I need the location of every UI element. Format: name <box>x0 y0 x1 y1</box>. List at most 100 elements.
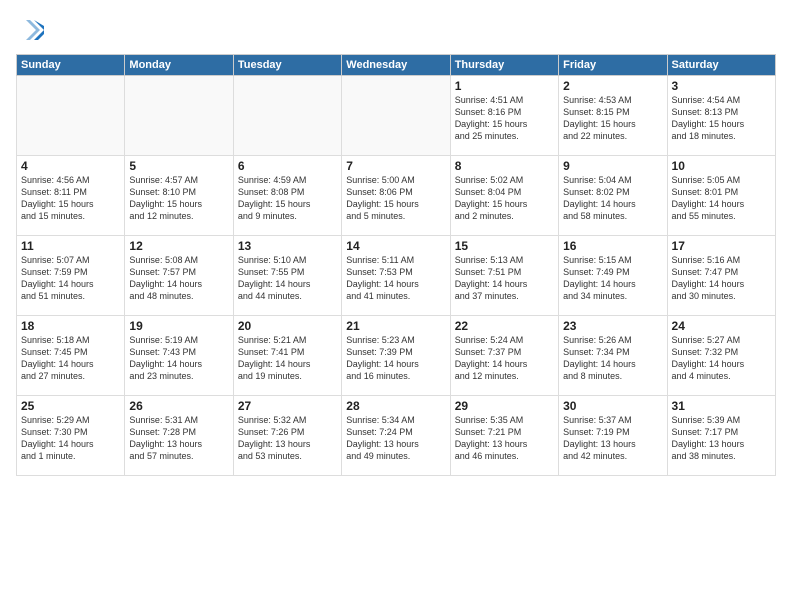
calendar-day-cell: 8Sunrise: 5:02 AM Sunset: 8:04 PM Daylig… <box>450 156 558 236</box>
calendar-day-cell: 23Sunrise: 5:26 AM Sunset: 7:34 PM Dayli… <box>559 316 667 396</box>
day-number: 15 <box>455 239 554 253</box>
day-number: 21 <box>346 319 445 333</box>
calendar-day-cell: 20Sunrise: 5:21 AM Sunset: 7:41 PM Dayli… <box>233 316 341 396</box>
calendar-day-cell: 9Sunrise: 5:04 AM Sunset: 8:02 PM Daylig… <box>559 156 667 236</box>
day-info: Sunrise: 5:32 AM Sunset: 7:26 PM Dayligh… <box>238 414 337 463</box>
day-info: Sunrise: 5:27 AM Sunset: 7:32 PM Dayligh… <box>672 334 771 383</box>
day-number: 7 <box>346 159 445 173</box>
calendar-day-cell: 27Sunrise: 5:32 AM Sunset: 7:26 PM Dayli… <box>233 396 341 476</box>
calendar-day-cell: 3Sunrise: 4:54 AM Sunset: 8:13 PM Daylig… <box>667 76 775 156</box>
day-number: 16 <box>563 239 662 253</box>
calendar-day-cell <box>125 76 233 156</box>
calendar-day-cell <box>233 76 341 156</box>
day-number: 14 <box>346 239 445 253</box>
day-info: Sunrise: 5:34 AM Sunset: 7:24 PM Dayligh… <box>346 414 445 463</box>
day-number: 27 <box>238 399 337 413</box>
day-info: Sunrise: 5:29 AM Sunset: 7:30 PM Dayligh… <box>21 414 120 463</box>
day-number: 28 <box>346 399 445 413</box>
day-info: Sunrise: 5:37 AM Sunset: 7:19 PM Dayligh… <box>563 414 662 463</box>
day-info: Sunrise: 5:16 AM Sunset: 7:47 PM Dayligh… <box>672 254 771 303</box>
day-info: Sunrise: 5:05 AM Sunset: 8:01 PM Dayligh… <box>672 174 771 223</box>
calendar-day-cell: 13Sunrise: 5:10 AM Sunset: 7:55 PM Dayli… <box>233 236 341 316</box>
day-number: 13 <box>238 239 337 253</box>
day-info: Sunrise: 4:51 AM Sunset: 8:16 PM Dayligh… <box>455 94 554 143</box>
day-info: Sunrise: 5:10 AM Sunset: 7:55 PM Dayligh… <box>238 254 337 303</box>
day-info: Sunrise: 5:04 AM Sunset: 8:02 PM Dayligh… <box>563 174 662 223</box>
day-number: 19 <box>129 319 228 333</box>
calendar-table: SundayMondayTuesdayWednesdayThursdayFrid… <box>16 54 776 476</box>
day-number: 8 <box>455 159 554 173</box>
day-number: 9 <box>563 159 662 173</box>
calendar-day-cell: 31Sunrise: 5:39 AM Sunset: 7:17 PM Dayli… <box>667 396 775 476</box>
day-number: 5 <box>129 159 228 173</box>
calendar-week-row: 4Sunrise: 4:56 AM Sunset: 8:11 PM Daylig… <box>17 156 776 236</box>
day-number: 4 <box>21 159 120 173</box>
calendar-day-cell: 5Sunrise: 4:57 AM Sunset: 8:10 PM Daylig… <box>125 156 233 236</box>
day-info: Sunrise: 5:35 AM Sunset: 7:21 PM Dayligh… <box>455 414 554 463</box>
weekday-header: Friday <box>559 55 667 76</box>
calendar-day-cell: 21Sunrise: 5:23 AM Sunset: 7:39 PM Dayli… <box>342 316 450 396</box>
calendar-day-cell: 26Sunrise: 5:31 AM Sunset: 7:28 PM Dayli… <box>125 396 233 476</box>
calendar-day-cell: 7Sunrise: 5:00 AM Sunset: 8:06 PM Daylig… <box>342 156 450 236</box>
day-info: Sunrise: 5:07 AM Sunset: 7:59 PM Dayligh… <box>21 254 120 303</box>
calendar-day-cell: 22Sunrise: 5:24 AM Sunset: 7:37 PM Dayli… <box>450 316 558 396</box>
calendar-day-cell: 24Sunrise: 5:27 AM Sunset: 7:32 PM Dayli… <box>667 316 775 396</box>
weekday-header-row: SundayMondayTuesdayWednesdayThursdayFrid… <box>17 55 776 76</box>
calendar-week-row: 25Sunrise: 5:29 AM Sunset: 7:30 PM Dayli… <box>17 396 776 476</box>
calendar-day-cell: 14Sunrise: 5:11 AM Sunset: 7:53 PM Dayli… <box>342 236 450 316</box>
day-info: Sunrise: 5:26 AM Sunset: 7:34 PM Dayligh… <box>563 334 662 383</box>
calendar-week-row: 1Sunrise: 4:51 AM Sunset: 8:16 PM Daylig… <box>17 76 776 156</box>
day-info: Sunrise: 4:59 AM Sunset: 8:08 PM Dayligh… <box>238 174 337 223</box>
day-number: 12 <box>129 239 228 253</box>
day-number: 24 <box>672 319 771 333</box>
day-info: Sunrise: 5:23 AM Sunset: 7:39 PM Dayligh… <box>346 334 445 383</box>
day-number: 1 <box>455 79 554 93</box>
day-number: 25 <box>21 399 120 413</box>
day-number: 11 <box>21 239 120 253</box>
day-info: Sunrise: 5:18 AM Sunset: 7:45 PM Dayligh… <box>21 334 120 383</box>
calendar-day-cell: 12Sunrise: 5:08 AM Sunset: 7:57 PM Dayli… <box>125 236 233 316</box>
day-info: Sunrise: 5:39 AM Sunset: 7:17 PM Dayligh… <box>672 414 771 463</box>
weekday-header: Sunday <box>17 55 125 76</box>
day-info: Sunrise: 4:54 AM Sunset: 8:13 PM Dayligh… <box>672 94 771 143</box>
calendar-day-cell: 11Sunrise: 5:07 AM Sunset: 7:59 PM Dayli… <box>17 236 125 316</box>
calendar-day-cell: 1Sunrise: 4:51 AM Sunset: 8:16 PM Daylig… <box>450 76 558 156</box>
day-info: Sunrise: 5:08 AM Sunset: 7:57 PM Dayligh… <box>129 254 228 303</box>
calendar-day-cell: 15Sunrise: 5:13 AM Sunset: 7:51 PM Dayli… <box>450 236 558 316</box>
calendar-day-cell: 19Sunrise: 5:19 AM Sunset: 7:43 PM Dayli… <box>125 316 233 396</box>
day-number: 2 <box>563 79 662 93</box>
day-info: Sunrise: 5:21 AM Sunset: 7:41 PM Dayligh… <box>238 334 337 383</box>
weekday-header: Saturday <box>667 55 775 76</box>
day-info: Sunrise: 5:13 AM Sunset: 7:51 PM Dayligh… <box>455 254 554 303</box>
day-number: 10 <box>672 159 771 173</box>
day-number: 22 <box>455 319 554 333</box>
page: SundayMondayTuesdayWednesdayThursdayFrid… <box>0 0 792 612</box>
day-info: Sunrise: 5:00 AM Sunset: 8:06 PM Dayligh… <box>346 174 445 223</box>
calendar-week-row: 18Sunrise: 5:18 AM Sunset: 7:45 PM Dayli… <box>17 316 776 396</box>
weekday-header: Wednesday <box>342 55 450 76</box>
calendar-week-row: 11Sunrise: 5:07 AM Sunset: 7:59 PM Dayli… <box>17 236 776 316</box>
day-info: Sunrise: 5:24 AM Sunset: 7:37 PM Dayligh… <box>455 334 554 383</box>
calendar-day-cell: 10Sunrise: 5:05 AM Sunset: 8:01 PM Dayli… <box>667 156 775 236</box>
calendar-day-cell: 2Sunrise: 4:53 AM Sunset: 8:15 PM Daylig… <box>559 76 667 156</box>
weekday-header: Monday <box>125 55 233 76</box>
header <box>16 16 776 44</box>
day-info: Sunrise: 5:02 AM Sunset: 8:04 PM Dayligh… <box>455 174 554 223</box>
day-info: Sunrise: 5:19 AM Sunset: 7:43 PM Dayligh… <box>129 334 228 383</box>
calendar-day-cell: 29Sunrise: 5:35 AM Sunset: 7:21 PM Dayli… <box>450 396 558 476</box>
day-number: 3 <box>672 79 771 93</box>
calendar-day-cell <box>17 76 125 156</box>
day-number: 20 <box>238 319 337 333</box>
calendar-day-cell: 6Sunrise: 4:59 AM Sunset: 8:08 PM Daylig… <box>233 156 341 236</box>
day-number: 30 <box>563 399 662 413</box>
calendar-day-cell: 28Sunrise: 5:34 AM Sunset: 7:24 PM Dayli… <box>342 396 450 476</box>
day-number: 18 <box>21 319 120 333</box>
calendar-day-cell <box>342 76 450 156</box>
calendar-day-cell: 16Sunrise: 5:15 AM Sunset: 7:49 PM Dayli… <box>559 236 667 316</box>
logo <box>16 16 48 44</box>
day-info: Sunrise: 5:15 AM Sunset: 7:49 PM Dayligh… <box>563 254 662 303</box>
calendar-day-cell: 4Sunrise: 4:56 AM Sunset: 8:11 PM Daylig… <box>17 156 125 236</box>
weekday-header: Tuesday <box>233 55 341 76</box>
day-number: 29 <box>455 399 554 413</box>
weekday-header: Thursday <box>450 55 558 76</box>
